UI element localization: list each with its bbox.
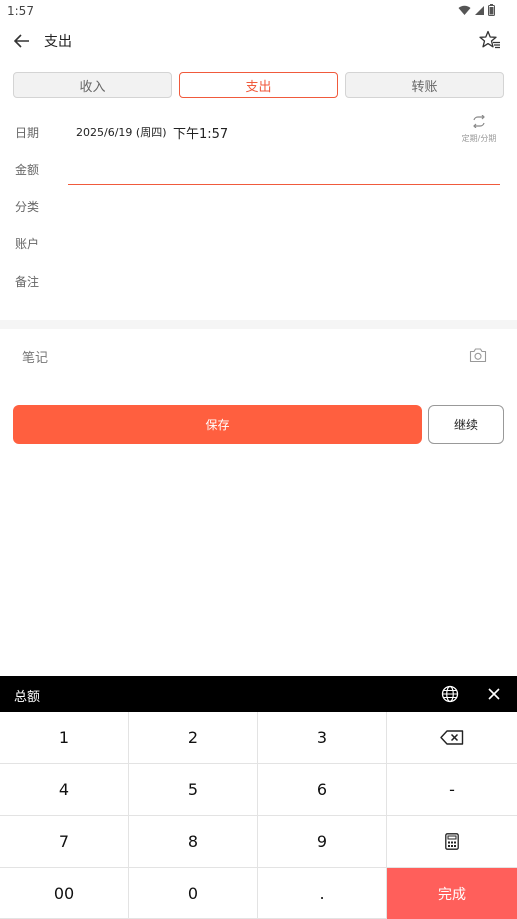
note-field[interactable]: 笔记	[22, 347, 48, 366]
continue-button[interactable]: 继续	[428, 405, 504, 444]
key-7[interactable]: 7	[0, 816, 129, 868]
repeat-icon	[473, 114, 485, 129]
key-0[interactable]: 0	[129, 868, 258, 919]
time-value[interactable]: 下午1:57	[173, 123, 228, 142]
key-1[interactable]: 1	[0, 712, 129, 764]
currency-button[interactable]	[441, 685, 459, 703]
number-keypad: 1 2 3 4 5 6 - 7 8 9 00 0 . 完成	[0, 712, 517, 919]
remark-label: 备注	[15, 275, 40, 289]
save-button[interactable]: 保存	[13, 405, 422, 444]
category-field[interactable]	[68, 193, 500, 219]
account-label: 账户	[15, 237, 40, 251]
keyboard-title: 总额	[14, 690, 41, 705]
key-8[interactable]: 8	[129, 816, 258, 868]
category-label: 分类	[15, 200, 40, 214]
key-9[interactable]: 9	[258, 816, 387, 868]
arrow-left-icon	[14, 34, 29, 48]
backspace-icon	[440, 730, 464, 745]
amount-label: 金额	[15, 163, 40, 177]
minus-key[interactable]: -	[387, 764, 517, 816]
remark-field[interactable]	[68, 268, 500, 294]
page-title: 支出	[44, 34, 72, 50]
camera-icon	[469, 348, 487, 363]
status-icons	[458, 4, 495, 16]
key-6[interactable]: 6	[258, 764, 387, 816]
transaction-type-tabs: 收入 支出 转账	[13, 72, 504, 98]
status-time: 1:57	[7, 4, 34, 18]
keyboard-header: 总额	[0, 676, 517, 712]
app-bar: 支出	[0, 22, 517, 60]
recurring-label: 定期/分期	[461, 134, 497, 143]
signal-icon	[475, 5, 484, 15]
wifi-icon	[458, 5, 471, 15]
date-value[interactable]: 2025/6/19 (周四)	[76, 124, 166, 140]
backspace-key[interactable]	[387, 712, 517, 764]
tab-expense[interactable]: 支出	[179, 72, 338, 98]
close-icon	[488, 688, 500, 700]
section-divider	[0, 320, 517, 329]
calculator-icon	[445, 833, 459, 850]
key-2[interactable]: 2	[129, 712, 258, 764]
tab-transfer[interactable]: 转账	[345, 72, 504, 98]
key-3[interactable]: 3	[258, 712, 387, 764]
favorite-template-button[interactable]	[479, 30, 501, 52]
amount-input-underline	[68, 184, 500, 185]
camera-button[interactable]	[469, 347, 487, 363]
key-00[interactable]: 00	[0, 868, 129, 919]
done-key[interactable]: 完成	[387, 868, 517, 919]
star-list-icon	[479, 30, 500, 49]
key-5[interactable]: 5	[129, 764, 258, 816]
amount-input[interactable]	[68, 158, 500, 184]
calculator-key[interactable]	[387, 816, 517, 868]
status-bar: 1:57	[0, 0, 517, 22]
keyboard-close-button[interactable]	[486, 686, 502, 702]
date-label: 日期	[15, 126, 40, 140]
tab-income[interactable]: 收入	[13, 72, 172, 98]
account-field[interactable]	[68, 230, 500, 256]
battery-icon	[488, 4, 495, 16]
key-decimal[interactable]: .	[258, 868, 387, 919]
recurring-button[interactable]: 定期/分期	[458, 113, 500, 144]
key-4[interactable]: 4	[0, 764, 129, 816]
back-button[interactable]	[11, 30, 33, 52]
globe-icon	[441, 685, 459, 703]
